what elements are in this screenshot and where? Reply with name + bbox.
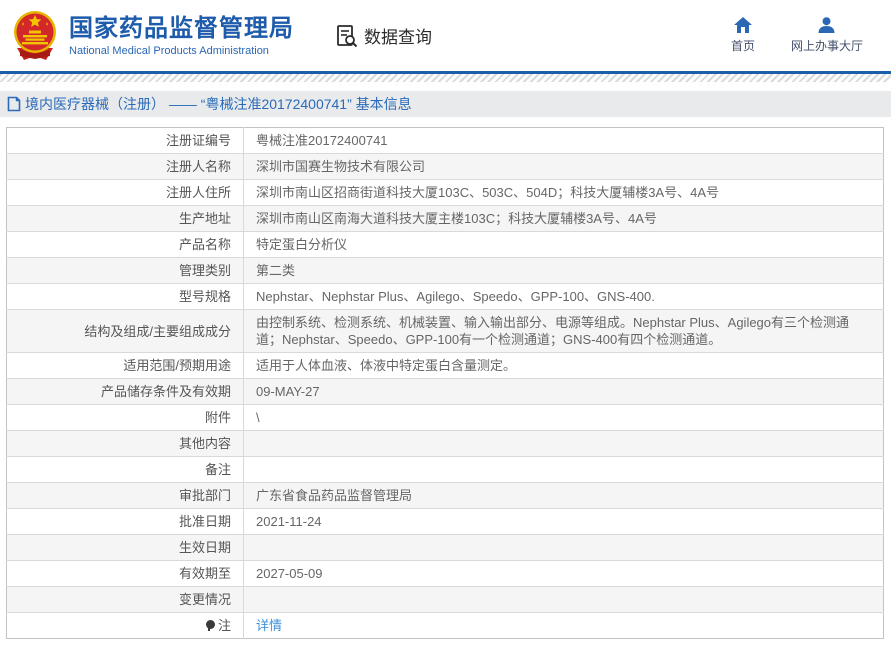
nav-item-service-hall[interactable]: 网上办事大厅	[791, 17, 863, 54]
row-value: 粤械注准20172400741	[244, 128, 884, 154]
table-row: 附件\	[7, 405, 884, 431]
registration-info-table: 注册证编号粤械注准20172400741注册人名称深圳市国赛生物技术有限公司注册…	[6, 127, 884, 639]
row-label: 生产地址	[7, 206, 244, 232]
row-label: 备注	[7, 457, 244, 483]
table-row: 结构及组成/主要组成成分由控制系统、检测系统、机械装置、输入输出部分、电源等组成…	[7, 310, 884, 353]
note-balloon-icon	[206, 620, 215, 631]
row-value: 2021-11-24	[244, 509, 884, 535]
brand: 国家药品监督管理局 National Medical Products Admi…	[10, 10, 294, 62]
table-row: 生效日期	[7, 535, 884, 561]
row-value: 第二类	[244, 258, 884, 284]
data-query-label: 数据查询	[364, 23, 432, 48]
row-value: Nephstar、Nephstar Plus、Agilego、Speedo、GP…	[244, 284, 884, 310]
row-value	[244, 587, 884, 613]
table-row: 型号规格Nephstar、Nephstar Plus、Agilego、Speed…	[7, 284, 884, 310]
table-row: 其他内容	[7, 431, 884, 457]
row-value: 深圳市南山区南海大道科技大厦主楼103C；科技大厦辅楼3A号、4A号	[244, 206, 884, 232]
table-row: 产品储存条件及有效期09-MAY-27	[7, 379, 884, 405]
site-title: 国家药品监督管理局	[69, 15, 294, 43]
row-label: 变更情况	[7, 587, 244, 613]
row-label: 审批部门	[7, 483, 244, 509]
table-row: 变更情况	[7, 587, 884, 613]
document-icon	[7, 96, 21, 112]
hatched-strip	[0, 74, 891, 82]
row-label: 结构及组成/主要组成成分	[7, 310, 244, 353]
detail-link[interactable]: 详情	[256, 618, 282, 633]
row-label: 适用范围/预期用途	[7, 353, 244, 379]
row-label: 附件	[7, 405, 244, 431]
row-label: 注册人名称	[7, 154, 244, 180]
table-row: 审批部门广东省食品药品监督管理局	[7, 483, 884, 509]
table-row: 注册证编号粤械注准20172400741	[7, 128, 884, 154]
table-row: 适用范围/预期用途适用于人体血液、体液中特定蛋白含量测定。	[7, 353, 884, 379]
table-row: 管理类别第二类	[7, 258, 884, 284]
row-label: 注册人住所	[7, 180, 244, 206]
site-subtitle: National Medical Products Administration	[69, 45, 294, 57]
nav-item-label: 首页	[731, 37, 755, 54]
row-value: 深圳市南山区招商街道科技大厦103C、503C、504D；科技大厦辅楼3A号、4…	[244, 180, 884, 206]
brand-titles: 国家药品监督管理局 National Medical Products Admi…	[69, 15, 294, 57]
row-value: 广东省食品药品监督管理局	[244, 483, 884, 509]
row-label: 批准日期	[7, 509, 244, 535]
table-row: 有效期至2027-05-09	[7, 561, 884, 587]
row-value	[244, 457, 884, 483]
row-value: 适用于人体血液、体液中特定蛋白含量测定。	[244, 353, 884, 379]
row-value: 特定蛋白分析仪	[244, 232, 884, 258]
table-row: 批准日期2021-11-24	[7, 509, 884, 535]
data-query-section[interactable]: 数据查询	[334, 23, 432, 49]
nav-item-home[interactable]: 首页	[731, 17, 755, 54]
row-value: 详情	[244, 613, 884, 639]
row-value: 09-MAY-27	[244, 379, 884, 405]
row-label: 产品名称	[7, 232, 244, 258]
row-value	[244, 535, 884, 561]
row-value: 深圳市国赛生物技术有限公司	[244, 154, 884, 180]
row-label: 产品储存条件及有效期	[7, 379, 244, 405]
user-icon	[818, 17, 835, 33]
home-icon	[734, 17, 752, 33]
table-row: 注详情	[7, 613, 884, 639]
header-nav: 首页 网上办事大厅	[731, 17, 891, 54]
info-table-body: 注册证编号粤械注准20172400741注册人名称深圳市国赛生物技术有限公司注册…	[7, 128, 884, 639]
data-query-icon	[334, 23, 360, 49]
nav-item-label: 网上办事大厅	[791, 37, 863, 54]
row-value: 由控制系统、检测系统、机械装置、输入输出部分、电源等组成。Nephstar Pl…	[244, 310, 884, 353]
table-row: 备注	[7, 457, 884, 483]
site-header: 国家药品监督管理局 National Medical Products Admi…	[0, 0, 891, 71]
table-row: 注册人住所深圳市南山区招商街道科技大厦103C、503C、504D；科技大厦辅楼…	[7, 180, 884, 206]
row-label: 管理类别	[7, 258, 244, 284]
row-label: 型号规格	[7, 284, 244, 310]
row-label: 生效日期	[7, 535, 244, 561]
table-row: 生产地址深圳市南山区南海大道科技大厦主楼103C；科技大厦辅楼3A号、4A号	[7, 206, 884, 232]
breadcrumb: 境内医疗器械（注册） —— “粤械注准20172400741” 基本信息	[0, 91, 891, 117]
row-label: 有效期至	[7, 561, 244, 587]
row-value	[244, 431, 884, 457]
row-label: 注	[7, 613, 244, 639]
row-value: \	[244, 405, 884, 431]
row-label: 其他内容	[7, 431, 244, 457]
breadcrumb-text: 境内医疗器械（注册） —— “粤械注准20172400741” 基本信息	[25, 94, 412, 114]
table-row: 产品名称特定蛋白分析仪	[7, 232, 884, 258]
national-emblem-logo	[10, 10, 60, 62]
table-row: 注册人名称深圳市国赛生物技术有限公司	[7, 154, 884, 180]
row-label: 注册证编号	[7, 128, 244, 154]
row-value: 2027-05-09	[244, 561, 884, 587]
